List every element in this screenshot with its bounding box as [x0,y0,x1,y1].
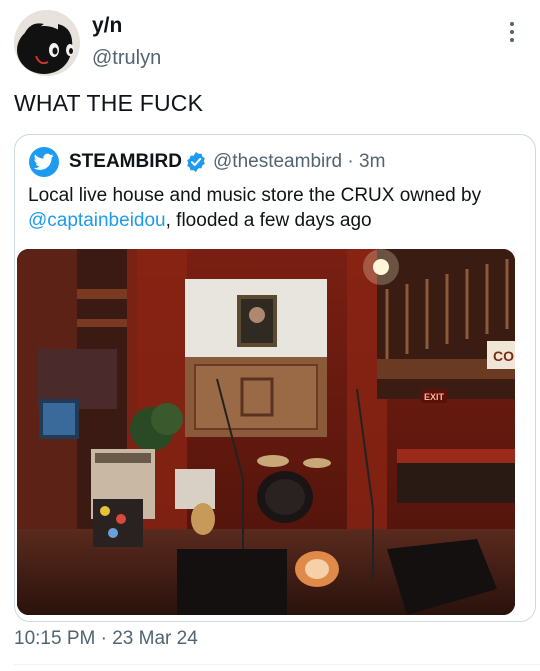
quoted-text-end: , flooded a few days ago [165,210,372,231]
venue-photo[interactable]: CO EXIT [17,249,515,615]
quoted-handle-time: @thesteambird · 3m [213,151,385,173]
separator-dot: · [347,151,354,172]
more-vertical-icon-dot [510,30,514,34]
quoted-handle[interactable]: @thesteambird [213,151,342,172]
author-display-name[interactable]: y/n [92,14,122,38]
more-vertical-icon [510,22,514,26]
quoted-text-start: Local live house and music store the CRU… [28,185,482,206]
mention-link[interactable]: @captainbeidou [28,210,166,231]
quoted-age: 3m [359,151,386,172]
verified-badge-icon [187,152,205,172]
tweet-text: WHAT THE FUCK [14,90,204,116]
more-options-button[interactable] [500,18,524,46]
venue-photo-image: CO EXIT [17,249,515,615]
exit-sign: EXIT [424,392,445,402]
tweet-time: 10:15 PM [14,628,96,649]
bird-logo-icon [34,153,54,170]
author-handle[interactable]: @trulyn [92,47,161,70]
side-banner-sign: CO [493,348,514,364]
quoted-author-name[interactable]: STEAMBIRD [69,151,182,173]
avatar-image [14,10,80,76]
quoted-tweet-card[interactable]: STEAMBIRD @thesteambird · 3m Local live … [14,134,536,622]
tweet-timestamp[interactable]: 10:15 PM · 23 Mar 24 [14,628,198,650]
avatar[interactable] [14,10,80,76]
separator-dot: · [100,628,107,649]
quoted-avatar[interactable] [29,147,59,177]
more-vertical-icon-dot [510,38,514,42]
quoted-text: Local live house and music store the CRU… [28,183,528,233]
divider [14,664,540,665]
tweet-date: 23 Mar 24 [112,628,198,649]
